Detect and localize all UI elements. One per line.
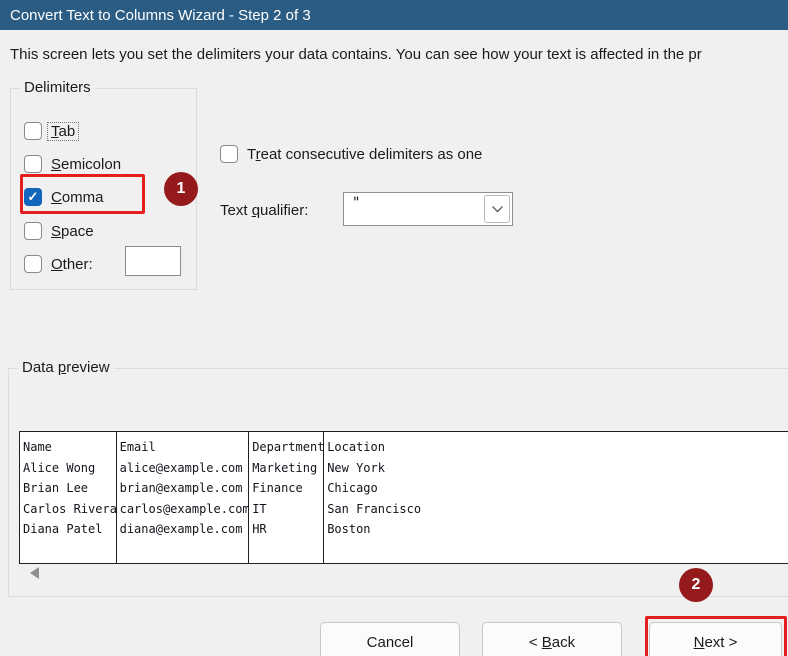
preview-cell: carlos@example.com xyxy=(120,499,249,520)
preview-cell: New York xyxy=(327,458,788,479)
preview-column: DepartmentMarketingFinanceITHR xyxy=(249,432,324,563)
preview-cell: Email xyxy=(120,437,249,458)
back-button[interactable]: < Back xyxy=(482,622,622,656)
preview-cell: San Francisco xyxy=(327,499,788,520)
checkbox-label-semicolon: Semicolon xyxy=(51,156,121,173)
delimiter-row-semicolon: Semicolon xyxy=(24,153,121,175)
annotation-badge-2: 2 xyxy=(679,568,713,602)
dialog-description: This screen lets you set the delimiters … xyxy=(10,46,788,63)
preview-cell: IT xyxy=(252,499,323,520)
preview-cell: Diana Patel xyxy=(23,519,116,540)
annotation-badge-1: 1 xyxy=(164,172,198,206)
text-qualifier-dropdown-button[interactable] xyxy=(484,195,510,223)
data-preview-table: NameAlice WongBrian LeeCarlos RiveraDian… xyxy=(19,431,788,564)
text-qualifier-value: " xyxy=(352,195,360,211)
text-to-columns-wizard-dialog: Convert Text to Columns Wizard - Step 2 … xyxy=(0,0,788,656)
preview-cell: Marketing xyxy=(252,458,323,479)
preview-cell: Brian Lee xyxy=(23,478,116,499)
preview-cell: Carlos Rivera xyxy=(23,499,116,520)
other-delimiter-input[interactable] xyxy=(125,246,181,276)
preview-column: LocationNew YorkChicagoSan FranciscoBost… xyxy=(324,432,788,563)
data-preview-groupbox: Data preview NameAlice WongBrian LeeCarl… xyxy=(8,368,788,597)
preview-cell: Chicago xyxy=(327,478,788,499)
annotation-highlight-comma xyxy=(20,174,145,214)
data-preview-group-label: Data preview xyxy=(18,359,114,377)
checkbox-space[interactable] xyxy=(24,222,42,240)
checkbox-other[interactable] xyxy=(24,255,42,273)
cancel-button[interactable]: Cancel xyxy=(320,622,460,656)
text-qualifier-label: Text qualifier: xyxy=(220,202,308,219)
annotation-highlight-next xyxy=(645,616,787,656)
preview-cell: Location xyxy=(327,437,788,458)
preview-cell: Department xyxy=(252,437,323,458)
delimiter-row-tab: Tab xyxy=(24,120,79,142)
dialog-title: Convert Text to Columns Wizard - Step 2 … xyxy=(10,7,311,24)
checkbox-semicolon[interactable] xyxy=(24,155,42,173)
preview-cell: alice@example.com xyxy=(120,458,249,479)
treat-consecutive-label: Treat consecutive delimiters as one xyxy=(247,146,482,163)
treat-consecutive-row: Treat consecutive delimiters as one xyxy=(220,143,482,165)
delimiter-row-space: Space xyxy=(24,220,94,242)
title-bar: Convert Text to Columns Wizard - Step 2 … xyxy=(0,0,788,30)
checkbox-label-other: Other: xyxy=(51,256,93,273)
preview-cell: Name xyxy=(23,437,116,458)
preview-column: NameAlice WongBrian LeeCarlos RiveraDian… xyxy=(20,432,117,563)
chevron-down-icon xyxy=(491,200,504,218)
preview-cell: diana@example.com xyxy=(120,519,249,540)
text-qualifier-select[interactable]: " xyxy=(343,192,513,226)
preview-cell: HR xyxy=(252,519,323,540)
checkbox-tab[interactable] xyxy=(24,122,42,140)
scroll-left-arrow[interactable] xyxy=(30,567,39,579)
checkbox-label-tab: Tab xyxy=(47,122,79,141)
checkbox-label-space: Space xyxy=(51,223,94,240)
delimiter-row-other: Other: xyxy=(24,253,93,275)
preview-cell: Boston xyxy=(327,519,788,540)
checkbox-treat-consecutive[interactable] xyxy=(220,145,238,163)
preview-column: Emailalice@example.combrian@example.comc… xyxy=(117,432,250,563)
preview-cell: Alice Wong xyxy=(23,458,116,479)
preview-cell: brian@example.com xyxy=(120,478,249,499)
delimiters-group-label: Delimiters xyxy=(20,79,95,97)
preview-cell: Finance xyxy=(252,478,323,499)
